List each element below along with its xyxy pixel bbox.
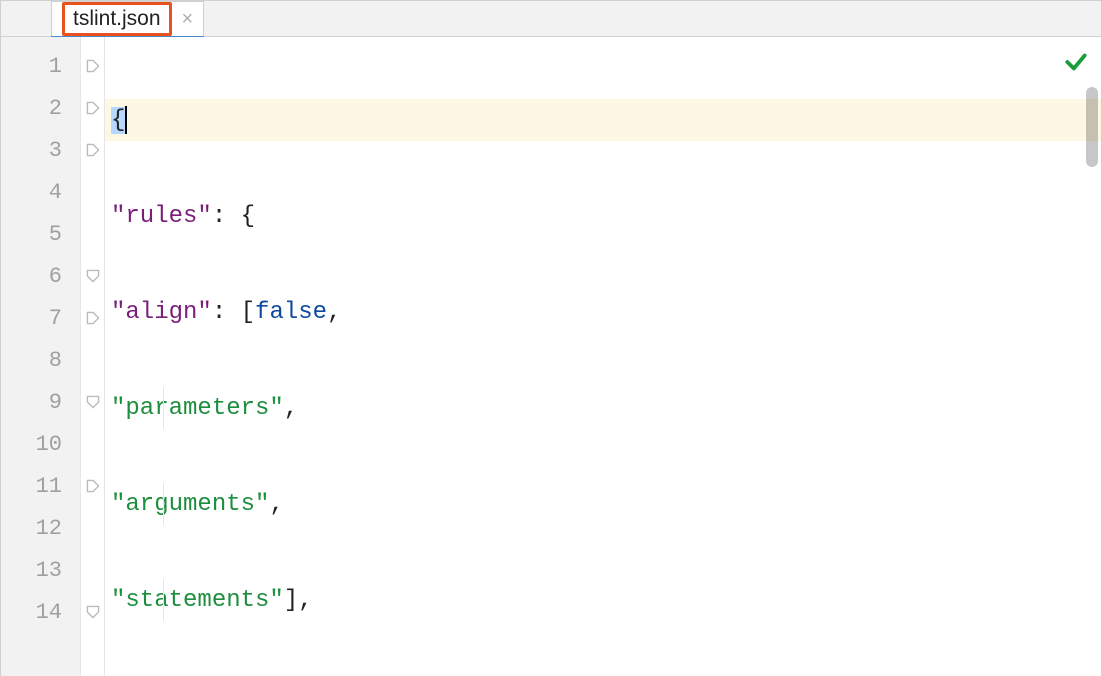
line-number: 1 xyxy=(1,45,80,87)
code-line[interactable]: "statements"], xyxy=(105,579,1101,621)
line-number: 3 xyxy=(1,129,80,171)
line-number: 6 xyxy=(1,255,80,297)
line-number: 4 xyxy=(1,171,80,213)
vertical-scrollbar-thumb[interactable] xyxy=(1086,87,1098,167)
line-number: 9 xyxy=(1,381,80,423)
fold-gutter xyxy=(81,37,105,676)
code-editor[interactable]: 1 2 3 4 5 6 7 8 9 10 11 12 13 14 { "rule… xyxy=(1,37,1101,676)
line-number: 8 xyxy=(1,339,80,381)
line-number: 12 xyxy=(1,507,80,549)
fold-handle-icon[interactable] xyxy=(81,87,104,129)
editor-tab-highlight: tslint.json xyxy=(62,2,172,36)
fold-handle-icon[interactable] xyxy=(81,255,104,297)
fold-handle-icon[interactable] xyxy=(81,381,104,423)
editor-tab-label: tslint.json xyxy=(73,7,161,31)
line-number: 13 xyxy=(1,549,80,591)
fold-handle-icon[interactable] xyxy=(81,45,104,87)
editor-tab[interactable]: tslint.json × xyxy=(51,1,204,36)
fold-handle-icon[interactable] xyxy=(81,465,104,507)
editor-tab-bar: tslint.json × xyxy=(1,1,1101,37)
code-line[interactable]: "align": [false, xyxy=(105,291,1101,333)
code-line[interactable]: "rules": { xyxy=(105,195,1101,237)
code-line[interactable]: "arguments", xyxy=(105,483,1101,525)
inspection-ok-icon[interactable] xyxy=(1063,49,1089,80)
close-icon[interactable]: × xyxy=(182,8,194,31)
line-number: 11 xyxy=(1,465,80,507)
line-number: 2 xyxy=(1,87,80,129)
line-number: 5 xyxy=(1,213,80,255)
line-number: 10 xyxy=(1,423,80,465)
line-number: 7 xyxy=(1,297,80,339)
fold-handle-icon[interactable] xyxy=(81,297,104,339)
fold-handle-icon[interactable] xyxy=(81,129,104,171)
text-cursor xyxy=(125,106,127,134)
code-line[interactable]: "parameters", xyxy=(105,387,1101,429)
line-number-gutter: 1 2 3 4 5 6 7 8 9 10 11 12 13 14 xyxy=(1,37,81,676)
code-area[interactable]: { "rules": { "align": [false, "parameter… xyxy=(105,37,1101,676)
code-line[interactable]: { xyxy=(105,99,1101,141)
line-number: 14 xyxy=(1,591,80,633)
fold-handle-icon[interactable] xyxy=(81,591,104,633)
